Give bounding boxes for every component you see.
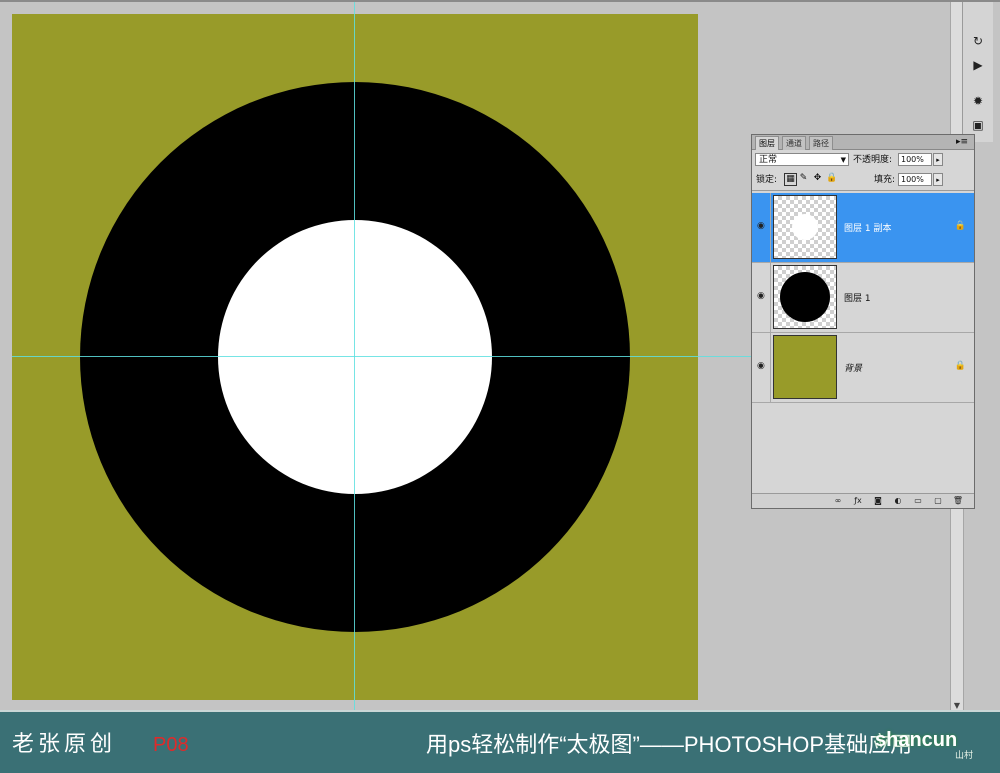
adjustment-layer-icon[interactable]: ◐ <box>892 495 904 507</box>
image-icon[interactable]: ▣ <box>969 116 987 134</box>
watermark-sub: 山村 <box>955 750 974 760</box>
fill-field[interactable]: 100% <box>898 173 932 186</box>
eye-icon: ◉ <box>757 221 765 231</box>
watermark-logo: shancun <box>875 729 958 751</box>
new-layer-icon[interactable]: ▢ <box>932 495 944 507</box>
add-mask-icon[interactable]: ◙ <box>872 495 884 507</box>
history-icon[interactable]: ↻ <box>969 32 987 50</box>
link-layers-icon[interactable]: ∞ <box>832 495 844 507</box>
layer-name[interactable]: 图层 1 副本 <box>844 221 891 234</box>
panel-tab-bar: 图层 通道 路径 ▸≡ <box>752 135 974 150</box>
tab-channels[interactable]: 通道 <box>782 136 806 150</box>
caption-title: 用ps轻松制作“太极图”——PHOTOSHOP基础应用 <box>426 732 913 757</box>
lock-options-row: 锁定: ▦ ✎ ✥ 🔒 填充: 100% ▸ <box>752 170 974 191</box>
tab-layers[interactable]: 图层 <box>755 136 779 150</box>
layer-thumbnail <box>773 335 837 399</box>
blend-mode-value: 正常 <box>759 155 778 165</box>
lock-all-icon[interactable]: 🔒 <box>826 173 837 184</box>
panel-menu-icon[interactable]: ▸≡ <box>956 135 968 149</box>
layer-row-layer1[interactable]: ◉ 图层 1 <box>752 263 974 333</box>
layer-thumbnail <box>773 195 837 259</box>
layer-style-icon[interactable]: ƒx <box>852 495 864 507</box>
lock-transparency-icon[interactable]: ▦ <box>784 173 797 186</box>
white-circle-thumb <box>792 214 818 240</box>
blend-mode-select[interactable]: 正常 ▼ <box>755 153 849 166</box>
new-group-icon[interactable]: ▭ <box>912 495 924 507</box>
visibility-toggle[interactable]: ◉ <box>754 263 771 332</box>
layer-thumbnail <box>773 265 837 329</box>
lock-icon: 🔒 <box>954 221 966 231</box>
lock-move-icon[interactable]: ✥ <box>812 173 823 184</box>
lock-label: 锁定: <box>756 175 778 185</box>
caption-author: 老张原创 <box>12 732 117 757</box>
layer-name[interactable]: 背景 <box>844 361 862 374</box>
visibility-toggle[interactable]: ◉ <box>754 193 771 262</box>
layers-panel-footer: ∞ ƒx ◙ ◐ ▭ ▢ 🗑 <box>752 493 974 508</box>
black-circle-thumb <box>780 272 830 322</box>
visibility-toggle[interactable]: ◉ <box>754 333 771 402</box>
chevron-down-icon: ▼ <box>840 156 846 164</box>
caption-bar: 老张原创 P08 用ps轻松制作“太极图”——PHOTOSHOP基础应用 <box>0 710 1000 773</box>
lock-icon: 🔒 <box>954 361 966 371</box>
tab-paths[interactable]: 路径 <box>809 136 833 150</box>
opacity-label: 不透明度: <box>853 155 893 165</box>
actions-icon[interactable]: ▶ <box>969 56 987 74</box>
caption-page-number: P08 <box>153 734 189 756</box>
eye-icon: ◉ <box>757 361 765 371</box>
layer-name[interactable]: 图层 1 <box>844 291 871 304</box>
layer-row-background[interactable]: ◉ 背景 🔒 <box>752 333 974 403</box>
brightness-icon[interactable]: ✹ <box>969 92 987 110</box>
layer-row-layer1-copy[interactable]: ◉ 图层 1 副本 🔒 <box>752 193 974 263</box>
white-inner-circle <box>218 220 492 494</box>
lock-brush-icon[interactable]: ✎ <box>798 173 809 184</box>
opacity-field[interactable]: 100% <box>898 153 932 166</box>
opacity-slider-arrow-icon[interactable]: ▸ <box>933 153 943 166</box>
fill-slider-arrow-icon[interactable]: ▸ <box>933 173 943 186</box>
delete-layer-icon[interactable]: 🗑 <box>952 495 964 507</box>
image-canvas[interactable] <box>12 14 698 700</box>
document-workspace: ▼ ↻ ▶ ✹ ▣ 图层 通道 路径 ▸≡ 正常 ▼ 不透明度: 100% ▸ … <box>0 0 1000 712</box>
vertical-guide-line[interactable] <box>354 2 355 712</box>
blend-options-row: 正常 ▼ 不透明度: 100% ▸ <box>752 150 974 170</box>
panel-dock-strip: ↻ ▶ ✹ ▣ <box>962 2 993 142</box>
eye-icon: ◉ <box>757 291 765 301</box>
fill-label: 填充: <box>874 175 896 185</box>
horizontal-guide-line[interactable] <box>12 356 752 357</box>
layers-panel: 图层 通道 路径 ▸≡ 正常 ▼ 不透明度: 100% ▸ 锁定: ▦ ✎ ✥ … <box>751 134 975 509</box>
